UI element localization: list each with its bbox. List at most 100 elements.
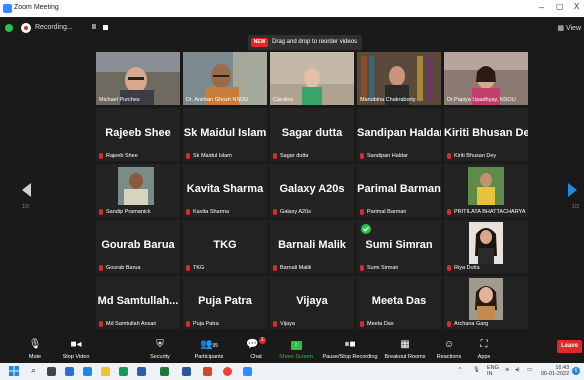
close-button[interactable]: X <box>574 2 579 11</box>
next-page-arrow-icon[interactable] <box>568 183 577 197</box>
powerpoint-icon[interactable] <box>203 367 212 376</box>
breakout-rooms-label: Breakout Rooms <box>384 354 426 360</box>
wifi-icon[interactable]: ≋ <box>505 367 510 373</box>
edge-icon[interactable] <box>83 367 92 376</box>
notification-badge[interactable]: 6 <box>572 367 580 375</box>
participant-tile[interactable]: Dr.Papiya Upadhyay, NSOU <box>444 52 528 105</box>
participant-tile[interactable]: TKG TKG <box>183 220 267 273</box>
view-label: View <box>565 25 581 32</box>
windows-start-icon[interactable] <box>9 366 19 376</box>
security-shield-icon[interactable] <box>5 24 13 32</box>
reactions-button[interactable]: ☺ Reactions <box>434 333 464 363</box>
task-view-icon[interactable] <box>47 367 56 376</box>
language-indicator[interactable]: ENG IN <box>487 365 499 377</box>
reactions-label: Reactions <box>436 354 462 360</box>
participant-tile[interactable]: Sandip Pramanick <box>96 164 180 217</box>
share-screen-icon: ↑ <box>278 337 314 352</box>
mute-button[interactable]: 🎙 Mute <box>20 333 50 363</box>
participant-display-name: Kiriti Bhusan Dey <box>444 127 528 139</box>
participant-tile[interactable]: Kiriti Bhusan Dey Kiriti Bhusan Dey <box>444 108 528 161</box>
pause-recording-toolbar-button[interactable]: ⏸■ Pause/Stop Recording <box>322 333 378 363</box>
participant-tile[interactable]: Puja Patra Puja Patra <box>183 276 267 329</box>
participant-tile[interactable]: Sumi Simran Sumi Simran <box>357 220 441 273</box>
prev-page-arrow-icon[interactable] <box>22 183 31 197</box>
battery-icon[interactable]: ▭ <box>527 367 532 373</box>
participant-tile[interactable]: Michael Purches <box>96 52 180 105</box>
participant-tile[interactable]: Vijaya Vijaya <box>270 276 354 329</box>
window-title: Zoom Meeting <box>14 4 59 11</box>
mic-muted-icon <box>447 321 451 327</box>
participant-tile[interactable]: Sandipan Haldar Sandipan Haldar <box>357 108 441 161</box>
participant-display-name: Sagar dutta <box>281 127 343 139</box>
participant-tile[interactable]: Sk Maidul Islam Sk Maidul Islam <box>183 108 267 161</box>
participants-button[interactable]: 👥95 Participants <box>191 333 227 363</box>
file-explorer-icon[interactable] <box>101 367 110 376</box>
maximize-button[interactable]: ▢ <box>556 2 564 11</box>
mic-muted-icon <box>447 265 451 271</box>
participant-label: Kiriti Bhusan Dey <box>447 153 496 159</box>
chat-label: Chat <box>250 354 262 360</box>
video-camera-icon: ■◂ <box>70 339 82 350</box>
share-screen-button[interactable]: ↑ Share Screen <box>278 333 314 363</box>
participant-tile[interactable]: Sagar dutta Sagar dutta <box>270 108 354 161</box>
stop-video-label: Stop Video <box>62 354 90 360</box>
mic-muted-icon <box>186 321 190 327</box>
breakout-rooms-button[interactable]: ▦ Breakout Rooms <box>384 333 426 363</box>
stop-recording-button[interactable] <box>103 25 108 30</box>
tray-overflow-icon[interactable]: ^ <box>459 367 462 373</box>
pause-recording-button[interactable]: II <box>92 24 96 31</box>
participant-tile[interactable]: Manobina Chakraborty <box>357 52 441 105</box>
mail-icon[interactable] <box>137 367 146 376</box>
participant-label: Dr. Anirban Ghosh NSOU <box>186 97 248 103</box>
participant-tile[interactable]: Meeta Das Meeta Das <box>357 276 441 329</box>
search-icon[interactable]: ⌕ <box>31 365 36 376</box>
profile-photo <box>118 167 154 205</box>
participant-tile[interactable]: Dr. Anirban Ghosh NSOU <box>183 52 267 105</box>
mic-muted-icon <box>273 321 277 327</box>
chat-button[interactable]: 💬 1 Chat <box>245 333 267 363</box>
chrome-icon[interactable] <box>223 367 232 376</box>
participant-tile[interactable]: Archana Garg <box>444 276 528 329</box>
participant-label: Md Samtullah Ansari <box>99 321 156 327</box>
mic-muted-icon <box>273 209 277 215</box>
pause-stop-icon: ⏸■ <box>344 339 356 350</box>
participant-label: Caroline <box>273 97 293 103</box>
teams-icon[interactable] <box>65 367 74 376</box>
security-button[interactable]: ⛨ Security <box>145 333 175 363</box>
participant-name: Meeta Das <box>367 321 394 327</box>
participant-display-name: Sk Maidul Islam <box>183 127 267 139</box>
view-button[interactable]: ▦ View <box>557 24 581 32</box>
participant-tile[interactable]: PRITILATA BHATTACHARYA <box>444 164 528 217</box>
participant-name: Manobina Chakraborty <box>360 97 416 103</box>
zoom-taskbar-icon[interactable] <box>243 367 252 376</box>
participant-label: PRITILATA BHATTACHARYA <box>447 209 526 215</box>
apps-button[interactable]: ⛶ Apps <box>472 333 496 363</box>
volume-icon[interactable]: ◂) <box>515 367 520 373</box>
participant-label: Vijaya <box>273 321 295 327</box>
chat-badge: 1 <box>258 337 266 344</box>
participant-tile[interactable]: Caroline <box>270 52 354 105</box>
participant-tile[interactable]: Rajeeb Shee Rajeeb Shee <box>96 108 180 161</box>
minimize-button[interactable]: – <box>539 2 544 12</box>
participant-tile[interactable]: Riya Dutta <box>444 220 528 273</box>
stop-video-button[interactable]: ■◂ Stop Video <box>58 333 94 363</box>
participant-tile[interactable]: Barnali Malik Barnali Malik <box>270 220 354 273</box>
mic-muted-icon <box>447 153 451 159</box>
participant-name: Galaxy A20s <box>280 209 311 215</box>
clock[interactable]: 16:43 06-01-2022 <box>541 365 569 377</box>
participant-tile[interactable]: Gourab Barua Gourab Barua <box>96 220 180 273</box>
participant-name: Gourab Barua <box>106 265 141 271</box>
participant-tile[interactable]: Galaxy A20s Galaxy A20s <box>270 164 354 217</box>
participant-tile[interactable]: Md Samtullah... Md Samtullah Ansari <box>96 276 180 329</box>
word-icon[interactable] <box>182 367 191 376</box>
participant-tile[interactable]: Parimal Barman Parimal Barman <box>357 164 441 217</box>
mute-label: Mute <box>28 354 42 360</box>
participant-tile[interactable]: Kavita Sharma Kavita Sharma <box>183 164 267 217</box>
excel-icon[interactable] <box>160 367 169 376</box>
participant-label: Sk Maidul Islam <box>186 153 232 159</box>
mic-muted-icon <box>99 209 103 215</box>
store-icon[interactable] <box>119 367 128 376</box>
leave-button[interactable]: Leave <box>557 340 582 353</box>
mic-muted-icon <box>99 265 103 271</box>
participant-display-name: Gourab Barua <box>101 239 175 251</box>
